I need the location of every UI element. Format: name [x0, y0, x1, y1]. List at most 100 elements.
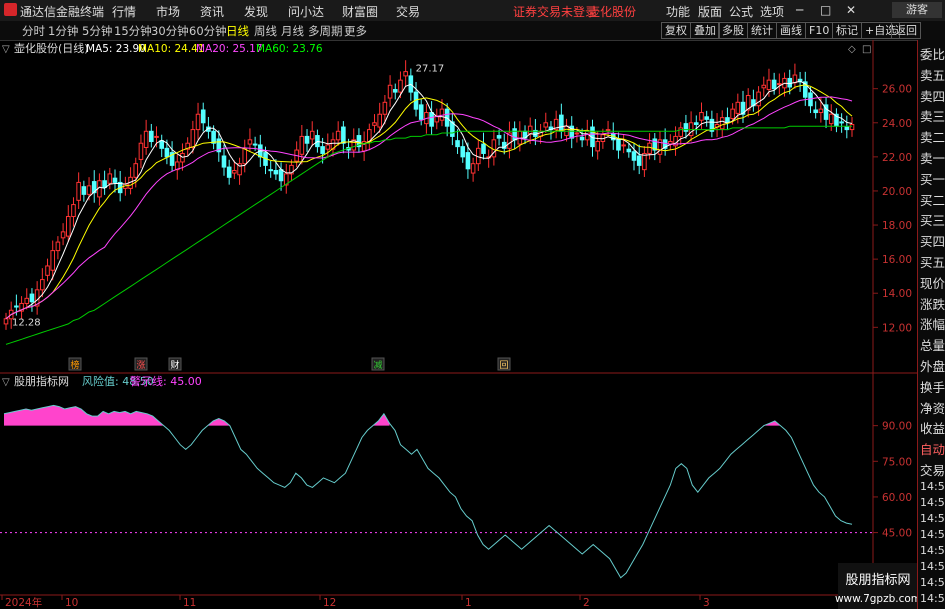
candle-body[interactable]	[325, 144, 331, 150]
candle-body[interactable]	[647, 142, 652, 154]
candle-body[interactable]	[771, 79, 777, 90]
candle-body[interactable]	[725, 117, 730, 124]
candle-body[interactable]	[626, 148, 632, 153]
period-tab-30min[interactable]: 30分钟	[151, 23, 189, 39]
period-tab-daily[interactable]: 日线	[226, 23, 249, 39]
candle-body[interactable]	[828, 113, 834, 125]
candle-body[interactable]	[382, 101, 388, 115]
menu-item-discover[interactable]: 发现	[244, 3, 268, 20]
period-tab-timeshare[interactable]: 分时	[22, 23, 45, 39]
candle-body[interactable]	[50, 250, 56, 271]
candle-body[interactable]	[341, 126, 346, 144]
candle-body[interactable]	[304, 135, 310, 144]
candle-body[interactable]	[403, 71, 408, 77]
menu-item-trade[interactable]: 交易	[396, 3, 420, 20]
candle-body[interactable]	[392, 89, 398, 93]
candle-body[interactable]	[55, 241, 61, 252]
candle-body[interactable]	[76, 181, 81, 201]
candle-body[interactable]	[81, 186, 87, 195]
maximize-icon[interactable]: □	[820, 3, 831, 17]
candle-body[interactable]	[102, 180, 107, 189]
candle-body[interactable]	[154, 135, 159, 138]
candle-body[interactable]	[309, 130, 315, 140]
candle-body[interactable]	[372, 122, 377, 126]
draw-line-button[interactable]: 画线	[776, 22, 806, 39]
candle-body[interactable]	[180, 152, 185, 163]
candle-body[interactable]	[211, 130, 216, 144]
menu-item-news[interactable]: 资讯	[200, 3, 224, 20]
menu-item-function[interactable]: 功能	[666, 3, 690, 20]
candle-body[interactable]	[730, 108, 735, 120]
candle-body[interactable]	[247, 139, 253, 145]
candle-body[interactable]	[86, 185, 92, 195]
candle-body[interactable]	[65, 216, 71, 237]
candle-body[interactable]	[429, 112, 434, 127]
candle-body[interactable]	[481, 143, 486, 154]
candle-body[interactable]	[704, 116, 709, 120]
candle-body[interactable]	[149, 130, 154, 143]
candle-body[interactable]	[642, 152, 647, 171]
period-tab-multi[interactable]: 多周期	[308, 23, 343, 39]
candle-body[interactable]	[559, 114, 564, 132]
menu-item-formula[interactable]: 公式	[729, 3, 753, 20]
candle-body[interactable]	[792, 74, 798, 84]
candle-body[interactable]	[631, 151, 637, 161]
candle-body[interactable]	[377, 113, 382, 128]
candle-body[interactable]	[45, 265, 50, 276]
login-warning[interactable]: 证券交易未登录	[513, 3, 597, 20]
candle-body[interactable]	[818, 108, 824, 114]
candle-body[interactable]	[693, 122, 699, 125]
candle-body[interactable]	[24, 297, 30, 304]
candle-body[interactable]	[761, 84, 767, 89]
candle-body[interactable]	[273, 170, 279, 175]
statistics-button[interactable]: 统计	[747, 22, 777, 39]
candle-body[interactable]	[585, 130, 590, 141]
candle-body[interactable]	[320, 146, 325, 154]
guest-button[interactable]: 游客	[892, 2, 942, 18]
close-icon[interactable]: ✕	[846, 3, 856, 17]
candle-body[interactable]	[418, 104, 424, 120]
candle-body[interactable]	[3, 318, 9, 325]
candle-body[interactable]	[621, 144, 626, 147]
candle-body[interactable]	[195, 113, 201, 131]
candle-body[interactable]	[579, 136, 585, 141]
mark-button[interactable]: 标记	[832, 22, 862, 39]
candle-body[interactable]	[387, 84, 393, 99]
candle-body[interactable]	[252, 143, 258, 146]
candle-body[interactable]	[595, 141, 600, 152]
period-tab-1min[interactable]: 1分钟	[48, 23, 78, 39]
stock-chart[interactable]: 12.00 14.00 16.00 18.00 20.00 22.00 24.00 26.00…	[0, 40, 917, 609]
candle-body[interactable]	[470, 163, 476, 174]
candle-body[interactable]	[636, 155, 642, 166]
candle-body[interactable]	[398, 79, 403, 93]
side-panel-label[interactable]: 自动	[920, 439, 945, 458]
candle-body[interactable]	[200, 109, 206, 124]
overlay-button[interactable]: 叠加	[690, 22, 720, 39]
candle-body[interactable]	[29, 293, 35, 303]
candle-body[interactable]	[221, 155, 227, 168]
candle-body[interactable]	[574, 132, 580, 135]
candle-body[interactable]	[232, 170, 237, 174]
menu-item-quotes[interactable]: 行情	[112, 3, 136, 20]
candle-body[interactable]	[777, 83, 782, 86]
candle-body[interactable]	[839, 121, 844, 124]
candle-body[interactable]	[460, 146, 466, 158]
candle-body[interactable]	[813, 109, 818, 114]
candle-body[interactable]	[242, 147, 248, 165]
candle-body[interactable]	[143, 130, 149, 148]
f10-button[interactable]: F10	[805, 22, 834, 39]
candle-body[interactable]	[527, 125, 533, 135]
candle-body[interactable]	[40, 279, 45, 291]
candle-body[interactable]	[616, 139, 621, 151]
candle-body[interactable]	[159, 140, 165, 149]
multi-stock-button[interactable]: 多股	[718, 22, 748, 39]
candle-body[interactable]	[849, 123, 855, 131]
period-tab-more[interactable]: 更多	[344, 23, 367, 39]
candle-body[interactable]	[268, 169, 273, 172]
candle-body[interactable]	[71, 204, 76, 218]
candle-body[interactable]	[133, 163, 139, 178]
candle-body[interactable]	[299, 135, 305, 155]
candle-body[interactable]	[683, 123, 689, 132]
adjust-button[interactable]: 复权	[661, 22, 691, 39]
period-tab-60min[interactable]: 60分钟	[189, 23, 227, 39]
